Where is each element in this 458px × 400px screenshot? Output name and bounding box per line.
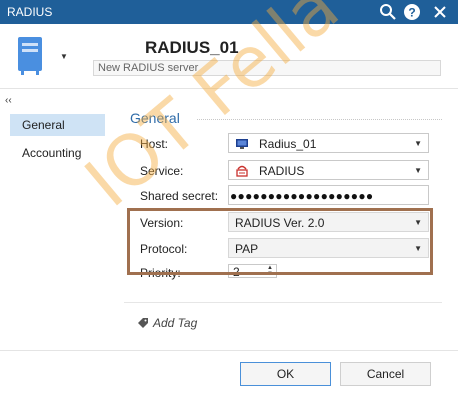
host-value: Radius_01 — [259, 137, 317, 151]
service-icon — [236, 165, 248, 177]
ok-button[interactable]: OK — [240, 362, 331, 386]
chevron-down-icon: ▼ — [414, 166, 422, 175]
tag-icon — [138, 318, 148, 328]
description-input[interactable]: New RADIUS server — [93, 60, 441, 76]
svg-text:?: ? — [408, 6, 415, 20]
service-label: Service: — [140, 164, 184, 178]
shared-secret-label: Shared secret: — [140, 189, 219, 203]
window-title: RADIUS — [7, 5, 53, 19]
monitor-icon — [236, 139, 248, 149]
title-bar: RADIUS ? — [0, 0, 458, 24]
host-label: Host: — [140, 137, 169, 151]
name-prefix-redaction — [96, 38, 144, 58]
sidebar-item-accounting[interactable]: Accounting — [10, 142, 105, 164]
service-value: RADIUS — [259, 164, 305, 178]
search-icon[interactable] — [379, 3, 397, 21]
highlight-annotation — [127, 208, 433, 275]
header-divider — [0, 88, 458, 89]
sidebar-item-general[interactable]: General — [10, 114, 105, 136]
server-name[interactable]: RADIUS_01 — [145, 38, 239, 58]
cancel-button[interactable]: Cancel — [340, 362, 431, 386]
host-select[interactable]: Radius_01 ▼ — [228, 133, 429, 153]
server-icon — [18, 37, 42, 75]
service-select[interactable]: RADIUS ▼ — [228, 160, 429, 180]
footer-divider — [0, 350, 458, 351]
section-divider — [197, 119, 442, 120]
content-divider — [124, 302, 442, 303]
section-title: General — [130, 110, 180, 126]
collapse-sidebar-icon[interactable]: ‹‹ — [5, 95, 12, 106]
chevron-down-icon: ▼ — [414, 139, 422, 148]
close-icon[interactable] — [431, 3, 449, 21]
shared-secret-value: ●●●●●●●●●●●●●●●●●●● — [230, 189, 374, 203]
icon-dropdown-caret-icon[interactable]: ▼ — [60, 52, 68, 61]
help-icon[interactable]: ? — [403, 3, 421, 21]
add-tag-label: Add Tag — [153, 316, 198, 330]
